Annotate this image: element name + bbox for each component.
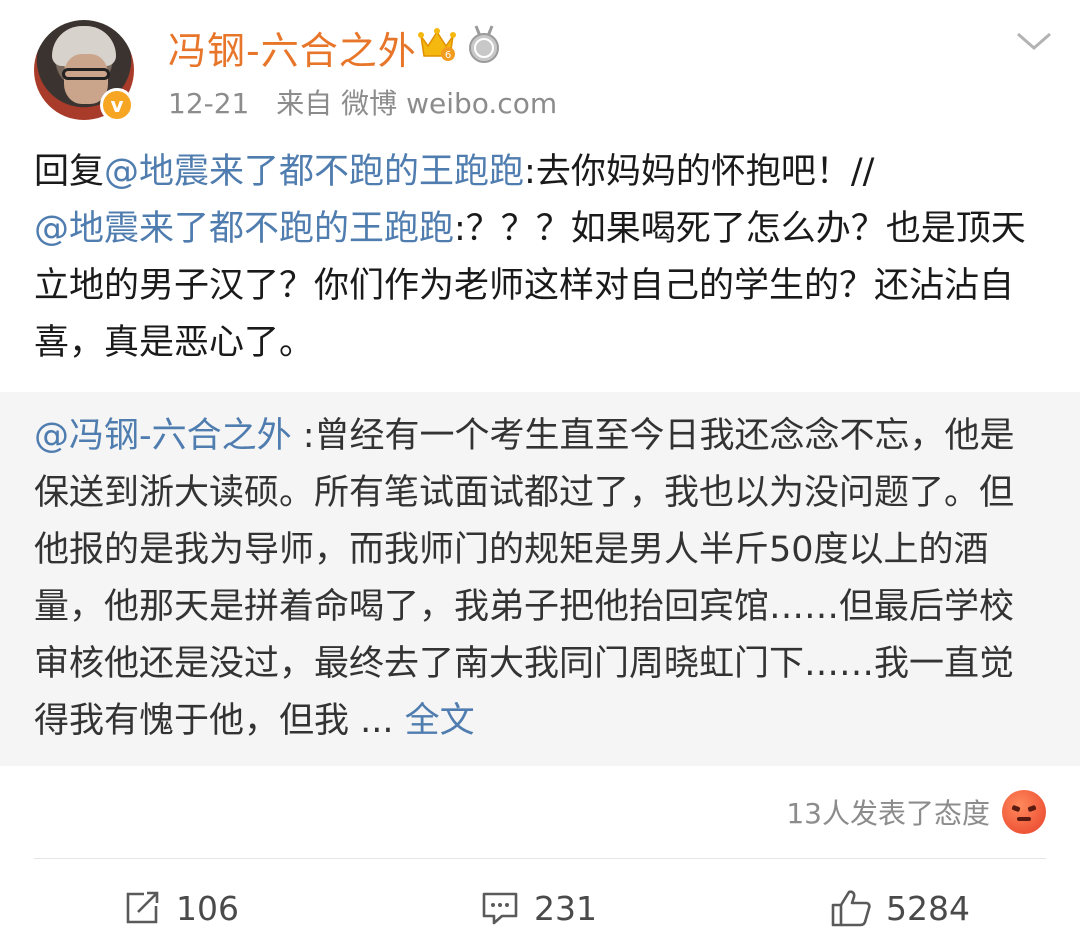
chevron-down-icon[interactable] [1014,26,1054,56]
comment-button[interactable]: 231 [480,882,597,934]
action-bar: 106 231 5284 [0,872,1080,944]
post-text-reply: 回复 [34,152,105,192]
post-source: 来自 微博 weibo.com [276,87,558,120]
comment-count: 231 [534,888,597,928]
mention-link[interactable]: @地震来了都不跑的王跑跑 [104,152,524,192]
angry-face-icon [1002,790,1046,834]
avatar-glasses [62,68,110,80]
post-date: 12-21 [168,87,250,120]
repost-icon [126,891,159,924]
quoted-author-mention[interactable]: @冯钢-六合之外 [34,416,292,456]
like-count: 5284 [886,888,970,928]
thumbs-up-icon [831,890,871,927]
divider [34,858,1046,859]
mention-link[interactable]: @地震来了都不跑的王跑跑 [34,209,454,249]
post-text-segment: :去你妈妈的怀抱吧！// [524,152,875,192]
full-text-link[interactable]: 全文 [405,701,475,741]
post-header: v 冯钢-六合之外 6 12-21 来自 微博 weibo.com [0,0,1080,140]
reactions-count: 13人发表了态度 [786,797,990,830]
vip-crown-icon[interactable]: 6 [418,26,456,62]
quoted-post-body: @冯钢-六合之外 :曾经有一个考生直至今日我还念念不忘，他是保送到浙大读硕。所有… [34,408,1044,750]
username[interactable]: 冯钢-六合之外 [168,20,417,75]
repost-count: 106 [176,888,239,928]
comment-icon [482,892,518,925]
angry-mouth [1017,817,1031,821]
reactions-summary[interactable]: 13人发表了态度 [786,786,1046,838]
quoted-post-text: :曾经有一个考生直至今日我还念念不忘，他是保送到浙大读硕。所有笔试面试都过了，我… [34,416,1015,741]
svg-text:6: 6 [445,50,451,61]
quoted-post[interactable]: @冯钢-六合之外 :曾经有一个考生直至今日我还念念不忘，他是保送到浙大读硕。所有… [0,392,1080,766]
verified-badge-icon: v [100,88,134,122]
post-body: 回复@地震来了都不跑的王跑跑:去你妈妈的怀抱吧！//@地震来了都不跑的王跑跑:？… [34,144,1044,372]
medal-icon[interactable] [466,24,502,64]
repost-button[interactable]: 106 [122,882,239,934]
like-button[interactable]: 5284 [830,882,970,934]
post-meta: 12-21 来自 微博 weibo.com [168,82,575,122]
